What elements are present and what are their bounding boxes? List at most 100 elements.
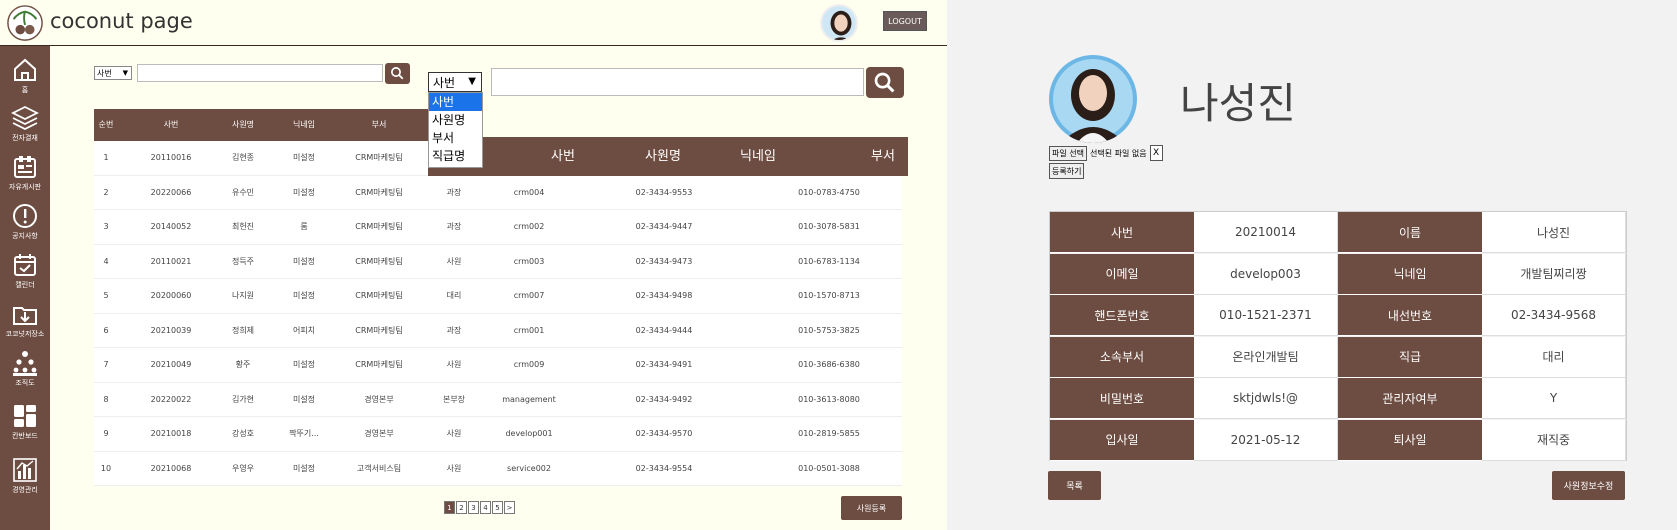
table-cell: 010-0783-4750 xyxy=(798,187,860,197)
sidebar-item-free-board[interactable]: 자유게시판 xyxy=(0,153,50,201)
register-employee-button[interactable]: 사원등록 xyxy=(841,496,902,520)
table-cell: 과장 xyxy=(446,187,462,197)
detail-label: 소속부서 xyxy=(1050,336,1194,378)
sidebar-item-org-chart[interactable]: 조직도 xyxy=(0,349,50,397)
logout-button[interactable]: LOGOUT xyxy=(883,11,927,31)
detail-row: 이메일 develop003 닉네임 개발팀찌리짱 xyxy=(1050,253,1626,296)
small-search-button[interactable] xyxy=(385,63,410,84)
dropdown-option[interactable]: 사번 xyxy=(429,93,482,111)
table-cell: 고객서비스팀 xyxy=(356,463,402,473)
dropdown-option[interactable]: 직급명 xyxy=(429,147,482,165)
table-cell: 대리 xyxy=(446,291,462,300)
table-row[interactable]: 4 20110021 정득주 미설정 CRM마케팅팀 사원 crm003 02-3434-94… xyxy=(94,244,902,279)
table-cell: 010-2819-5855 xyxy=(798,429,860,438)
detail-row: 입사일 2021-05-12 퇴사일 재직중 xyxy=(1050,419,1626,462)
bar-chart-icon xyxy=(13,458,37,482)
sidebar-item-notice[interactable]: 공지사항 xyxy=(0,202,50,250)
table-cell: CRM마케팅팀 xyxy=(355,222,403,231)
table-row[interactable]: 8 20220022 김가현 미설정 경영본부 본부장 management 02-3434-… xyxy=(94,382,902,417)
table-cell: 20210049 xyxy=(150,360,192,369)
search-icon xyxy=(391,67,404,80)
column-header: 부서 xyxy=(871,149,895,164)
employee-detail-panel: 나성진 파일 선택 선택된 파일 없음 X 등록하기 사번 20210014 이름 나… xyxy=(947,0,1677,530)
detail-row: 핸드폰번호 010-1521-2371 내선번호 02-3434-9568 xyxy=(1050,295,1626,337)
table-cell: 나지원 xyxy=(231,291,255,300)
table-cell: 강성호 xyxy=(231,429,255,438)
next-page-button[interactable]: > xyxy=(504,501,515,514)
sidebar-item-management[interactable]: 경영관리 xyxy=(0,456,50,504)
table-cell: 2 xyxy=(103,187,109,197)
table-header-primary: 순번 사번 사원명 닉네임 부서 xyxy=(94,109,434,141)
dropdown-option[interactable]: 부서 xyxy=(429,129,482,147)
table-cell: 20210018 xyxy=(150,429,192,438)
search-type-select[interactable]: 사번 ▼ xyxy=(428,72,482,92)
table-cell: 미설정 xyxy=(292,394,316,404)
detail-label: 관리자여부 xyxy=(1338,378,1482,419)
table-cell: 김가현 xyxy=(231,394,255,404)
detail-value: Y xyxy=(1482,378,1626,419)
sidebar-item-calendar[interactable]: 캘린더 xyxy=(0,251,50,299)
sidebar-item-home[interactable]: 홈 xyxy=(0,56,50,104)
page-button[interactable]: 2 xyxy=(456,501,467,514)
detail-value: develop003 xyxy=(1194,253,1338,295)
table-cell: 짝뚜기... xyxy=(289,429,319,438)
page-button[interactable]: 4 xyxy=(480,501,491,514)
table-cell: 3 xyxy=(103,222,109,231)
table-cell: 010-3613-8080 xyxy=(798,394,860,404)
table-row[interactable]: 10 20210068 우영우 미설정 고객서비스팀 사원 service002 02-343… xyxy=(94,451,902,486)
table-cell: CRM마케팅팀 xyxy=(355,360,403,369)
kanban-icon xyxy=(14,405,36,427)
back-to-list-button[interactable]: 목록 xyxy=(1048,471,1101,500)
table-row[interactable]: 5 20200060 나지원 미설정 CRM마케팅팀 대리 crm007 02-3434-94… xyxy=(94,279,902,314)
small-select-value: 사번 xyxy=(97,68,112,78)
search-button[interactable] xyxy=(866,67,904,98)
brand-title[interactable]: coconut page xyxy=(50,9,193,33)
choose-file-button[interactable]: 파일 선택 xyxy=(1049,145,1087,161)
table-cell: 4 xyxy=(103,256,109,266)
table-cell: CRM마케팅팀 xyxy=(355,187,403,197)
small-search-type-select[interactable]: 사번 ▼ xyxy=(94,66,132,80)
small-search-input[interactable] xyxy=(137,64,383,82)
edit-employee-button[interactable]: 사원정보수정 xyxy=(1552,471,1625,500)
table-cell: 경영본부 xyxy=(364,429,394,438)
page-button[interactable]: 5 xyxy=(492,501,503,514)
table-cell: 02-3434-9498 xyxy=(635,291,693,300)
sidebar-item-label: 코코넛저장소 xyxy=(5,330,45,338)
table-cell: 010-5753-3825 xyxy=(798,325,860,335)
detail-value: 온라인개발팀 xyxy=(1194,336,1338,378)
employee-detail-table: 사번 20210014 이름 나성진 이메일 develop003 닉네임 개발팀찌리짱 핸드폰… xyxy=(1049,211,1627,461)
table-row[interactable]: 3 20140052 최헌진 롬 CRM마케팅팀 과장 crm002 02-3434-9447… xyxy=(94,210,902,245)
big-select-value: 사번 xyxy=(433,75,456,90)
board-icon xyxy=(14,156,36,178)
user-avatar[interactable] xyxy=(820,4,858,42)
table-cell: 사원 xyxy=(446,463,462,473)
sidebar-item-label: 공지사항 xyxy=(12,232,38,240)
detail-label: 닉네임 xyxy=(1338,253,1482,295)
dropdown-option[interactable]: 사원명 xyxy=(429,111,482,129)
column-header: 부서 xyxy=(371,120,387,129)
table-cell: 과장 xyxy=(446,222,462,231)
table-cell: 9 xyxy=(103,429,109,438)
detail-value: 나성진 xyxy=(1482,212,1626,253)
table-row[interactable]: 2 20220066 유수민 미설정 CRM마케팅팀 과장 crm004 02-3434-95… xyxy=(94,175,902,210)
sidebar-item-kanban[interactable]: 칸반보드 xyxy=(0,402,50,450)
column-header: 사원명 xyxy=(231,120,255,129)
table-cell: crm007 xyxy=(513,291,545,300)
upload-photo-button[interactable]: 등록하기 xyxy=(1049,163,1085,179)
table-cell: 미설정 xyxy=(292,153,316,162)
clear-file-button[interactable]: X xyxy=(1149,145,1163,161)
sidebar-item-approval[interactable]: 전자결재 xyxy=(0,104,50,152)
coconut-logo-icon[interactable] xyxy=(6,4,44,42)
table-row[interactable]: 7 20210049 황주 미설정 CRM마케팅팀 사원 crm009 02-3434-949… xyxy=(94,348,902,383)
table-row[interactable]: 9 20210018 강성호 짝뚜기... 경영본부 사원 develop001 02-343… xyxy=(94,417,902,452)
table-row[interactable]: 6 20210039 정희제 어피치 CRM마케팅팀 과장 crm001 02-3434-94… xyxy=(94,313,902,348)
table-cell: 02-3434-9554 xyxy=(635,463,693,473)
sidebar-item-storage[interactable]: 코코넛저장소 xyxy=(0,300,50,348)
chevron-down-icon: ▼ xyxy=(468,76,476,87)
search-input[interactable] xyxy=(491,68,864,96)
page-button[interactable]: 1 xyxy=(444,501,455,514)
table-cell: 미설정 xyxy=(292,291,316,300)
table-cell: 20220066 xyxy=(150,187,192,197)
page-button[interactable]: 3 xyxy=(468,501,479,514)
table-cell: 7 xyxy=(103,360,109,369)
